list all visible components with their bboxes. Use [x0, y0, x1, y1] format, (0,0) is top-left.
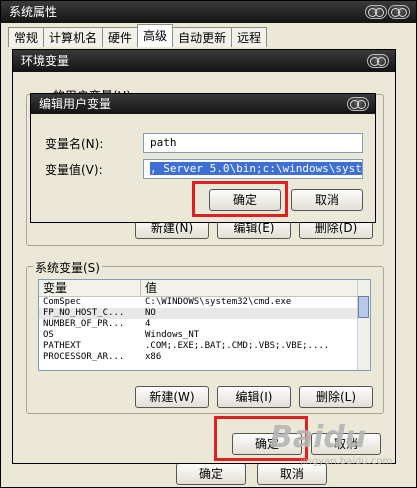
system-properties-title: 系统属性	[9, 5, 58, 19]
table-row[interactable]: ComSpec C:\WINDOWS\system32\cmd.exe	[39, 297, 370, 308]
close-icon[interactable]	[367, 54, 389, 68]
system-properties-titlebar[interactable]: 系统属性	[1, 1, 416, 23]
row-value: C:\WINDOWS\system32\cmd.exe	[145, 297, 292, 307]
variable-value-input[interactable]: , Server 5.0\bin;c:\windows\system32	[143, 159, 363, 179]
row-value: Windows_NT	[145, 330, 200, 340]
env-titlebar-buttons	[367, 54, 389, 68]
highlight-box-edit-ok	[192, 181, 288, 217]
table-row[interactable]: PATHEXT .COM;.EXE;.BAT;.CMD;.VBS;.VBE;...…	[39, 341, 370, 352]
column-header-value[interactable]: 值	[141, 280, 358, 296]
baidu-watermark-url: jingyan.baidu.com	[300, 456, 393, 467]
edit-dialog-title: 编辑用户变量	[39, 97, 112, 111]
baidu-watermark-logo: Baidu	[270, 420, 367, 455]
row-value: x86	[145, 352, 162, 362]
row-name: PATHEXT	[43, 341, 81, 351]
row-name: ComSpec	[43, 297, 81, 307]
row-name: FP_NO_HOST_C...	[43, 308, 125, 318]
row-name: NUMBER_OF_PR...	[43, 319, 125, 329]
variable-name-input[interactable]: path	[143, 133, 363, 153]
environment-variables-title: 环境变量	[21, 54, 70, 68]
tab-hardware[interactable]: 硬件	[102, 27, 139, 47]
titlebar-buttons	[365, 5, 410, 19]
system-new-button[interactable]: 新建(W)	[135, 386, 209, 408]
table-row[interactable]: FP_NO_HOST_C... NO	[39, 308, 370, 319]
system-edit-button[interactable]: 编辑(I)	[217, 386, 291, 408]
close-icon[interactable]	[388, 5, 410, 19]
tab-automatic-updates[interactable]: 自动更新	[172, 27, 233, 47]
system-delete-button[interactable]: 删除(L)	[299, 386, 373, 408]
tab-general[interactable]: 常规	[8, 27, 45, 47]
environment-variables-titlebar[interactable]: 环境变量	[13, 50, 395, 72]
selected-value-text: , Server 5.0\bin;c:\windows\system32	[150, 162, 362, 175]
help-icon[interactable]	[365, 5, 387, 19]
table-row[interactable]: PROCESSOR_AR... x86	[39, 352, 370, 363]
edit-dialog-titlebar[interactable]: 编辑用户变量	[31, 94, 375, 114]
scrollbar-thumb[interactable]	[358, 296, 369, 318]
tab-remote[interactable]: 远程	[231, 27, 268, 47]
row-name: OS	[43, 330, 54, 340]
table-row[interactable]: NUMBER_OF_PR... 4	[39, 319, 370, 330]
system-properties-ok-button[interactable]: 确定	[176, 463, 246, 485]
system-variables-list[interactable]: 变量 值 ComSpec C:\WINDOWS\system32\cmd.exe …	[38, 279, 371, 371]
tab-strip: 常规 计算机名 硬件 高级 自动更新 远程	[8, 24, 268, 47]
close-icon[interactable]	[347, 97, 369, 111]
edit-titlebar-buttons	[347, 97, 369, 111]
row-value: 4	[145, 319, 151, 329]
variable-value-label: 变量值(V):	[45, 163, 103, 177]
list-header: 变量 值	[39, 280, 370, 297]
tab-advanced[interactable]: 高级	[137, 24, 174, 47]
row-value: NO	[145, 308, 156, 318]
variable-name-label: 变量名(N):	[45, 137, 104, 151]
tab-computer-name[interactable]: 计算机名	[43, 27, 104, 47]
column-header-variable[interactable]: 变量	[39, 280, 141, 296]
list-scrollbar[interactable]	[357, 280, 370, 370]
row-name: PROCESSOR_AR...	[43, 352, 125, 362]
table-row[interactable]: OS Windows_NT	[39, 330, 370, 341]
system-variables-legend: 系统变量(S)	[33, 259, 102, 276]
edit-cancel-button[interactable]: 取消	[291, 189, 363, 211]
row-value: .COM;.EXE;.BAT;.CMD;.VBS;.VBE;....	[145, 341, 330, 351]
